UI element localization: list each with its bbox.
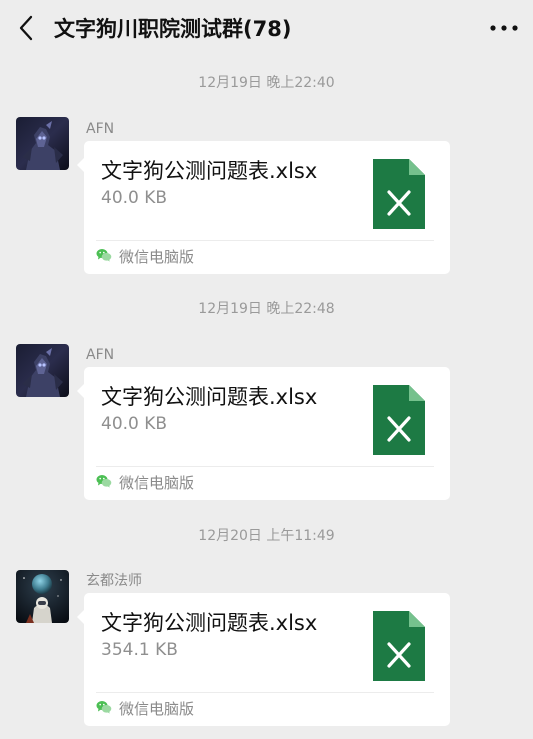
file-name: 文字狗公测问题表.xlsx bbox=[101, 159, 318, 183]
sender-name: AFN bbox=[86, 121, 115, 137]
back-button[interactable] bbox=[12, 12, 44, 44]
wechat-icon bbox=[96, 701, 112, 714]
excel-file-icon bbox=[373, 611, 425, 681]
more-horizontal-icon bbox=[490, 25, 518, 31]
source-label: 微信电脑版 bbox=[119, 248, 195, 266]
time-divider: 12月19日 晚上22:40 bbox=[198, 75, 335, 91]
file-size: 354.1 KB bbox=[101, 640, 178, 660]
file-name: 文字狗公测问题表.xlsx bbox=[101, 611, 318, 635]
file-name: 文字狗公测问题表.xlsx bbox=[101, 385, 318, 409]
file-message-card[interactable]: 文字狗公测问题表.xlsx 354.1 KB 微信电脑版 bbox=[77, 593, 450, 726]
excel-file-icon bbox=[373, 159, 425, 229]
time-divider: 12月19日 晚上22:48 bbox=[198, 301, 335, 317]
wechat-icon bbox=[96, 475, 112, 488]
avatar[interactable] bbox=[16, 117, 69, 170]
chat-title: 文字狗川职院测试群(78) bbox=[54, 17, 292, 41]
sender-name: AFN bbox=[86, 347, 115, 363]
file-size: 40.0 KB bbox=[101, 188, 168, 208]
source-label: 微信电脑版 bbox=[119, 474, 195, 492]
chevron-left-icon bbox=[19, 15, 33, 41]
source-label: 微信电脑版 bbox=[119, 700, 195, 718]
time-divider: 12月20日 上午11:49 bbox=[198, 528, 335, 544]
avatar[interactable] bbox=[16, 570, 69, 623]
more-button[interactable] bbox=[487, 12, 521, 44]
file-size: 40.0 KB bbox=[101, 414, 168, 434]
avatar[interactable] bbox=[16, 344, 69, 397]
excel-file-icon bbox=[373, 385, 425, 455]
file-message-card[interactable]: 文字狗公测问题表.xlsx 40.0 KB 微信电脑版 bbox=[77, 367, 450, 500]
file-message-card[interactable]: 文字狗公测问题表.xlsx 40.0 KB 微信电脑版 bbox=[77, 141, 450, 274]
wechat-icon bbox=[96, 249, 112, 262]
chat-header: 文字狗川职院测试群(78) bbox=[0, 0, 533, 60]
sender-name: 玄都法师 bbox=[86, 573, 142, 589]
